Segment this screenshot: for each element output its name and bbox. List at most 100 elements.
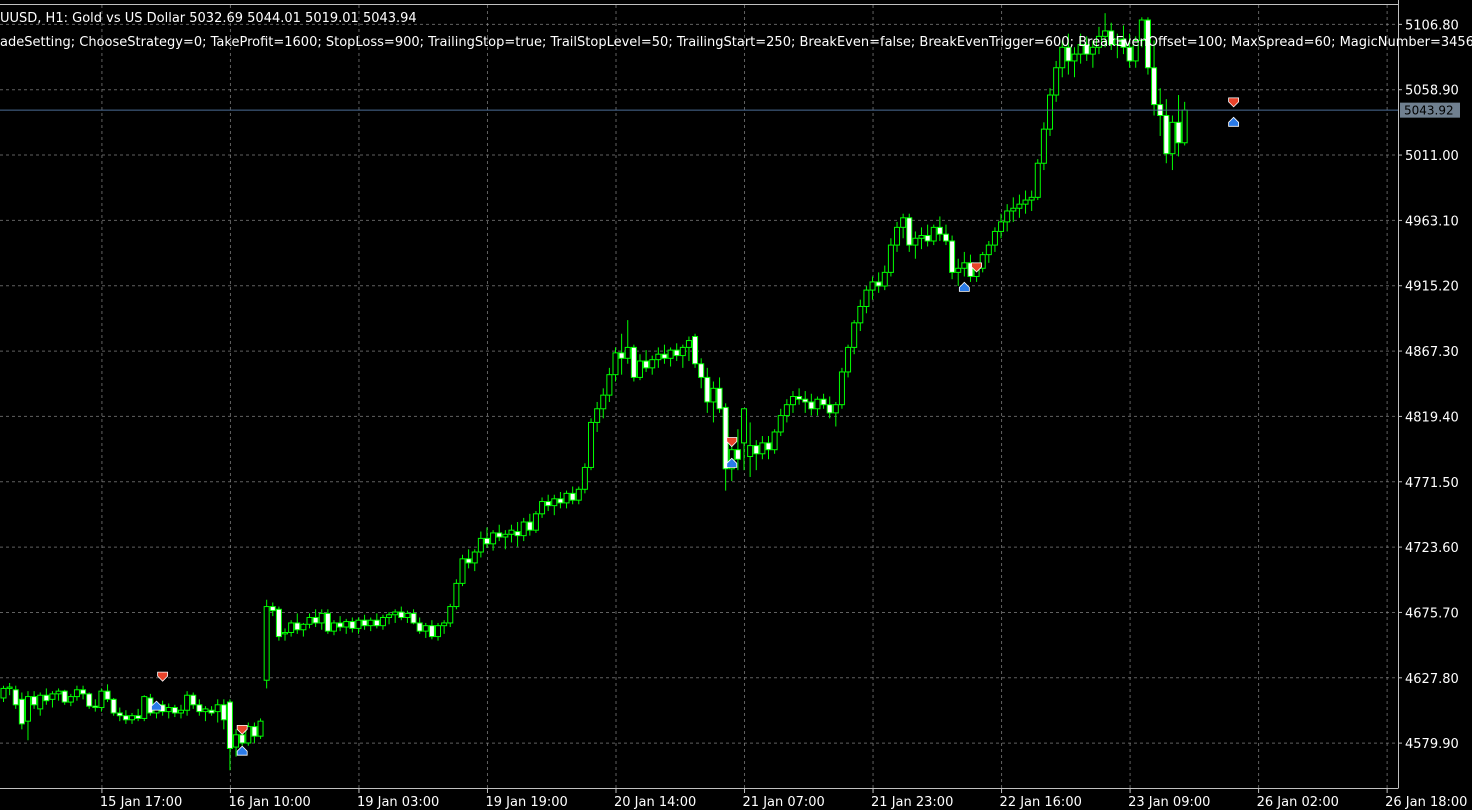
candle-bear [465, 558, 472, 564]
candle-bull [612, 352, 619, 376]
candle-bull [202, 708, 209, 713]
candle-bear [1175, 121, 1182, 144]
candle-bear [294, 622, 301, 631]
buy-arrow-icon [1228, 116, 1240, 127]
time-axis[interactable]: 15 Jan 17:00 16 Jan 10:00 19 Jan 03:00 19 J… [100, 788, 1468, 810]
candle-bull [551, 498, 558, 507]
candle-bear [514, 531, 521, 537]
candle-bear [18, 698, 25, 725]
candle-bull [0, 687, 7, 699]
candle-bull [73, 689, 80, 698]
candle-bull [1181, 109, 1188, 144]
candle-bear [226, 701, 233, 749]
y-tick-label: 4819.40 [1405, 410, 1459, 425]
candle-bull [441, 622, 448, 627]
candle-bull [184, 694, 191, 711]
candle-bear [875, 281, 882, 287]
candle-bull [422, 625, 429, 632]
candle-bear [734, 449, 741, 460]
y-tick-label: 4867.30 [1405, 345, 1459, 360]
candle-bull [894, 226, 901, 246]
candle-bull [918, 235, 925, 239]
candle-bull [1040, 128, 1047, 164]
sell-arrow-icon [1228, 97, 1240, 108]
candle-bull [141, 696, 148, 719]
candle-bull [759, 442, 766, 455]
candle-bear [190, 694, 197, 706]
candle-bull [306, 616, 313, 625]
price-chart[interactable]: 5106.80 5058.90 5011.00 4963.10 4915.20 4867.… [0, 0, 1472, 810]
candle-bull [49, 693, 56, 700]
candle-bear [526, 521, 533, 531]
x-tick-label: 23 Jan 09:00 [1128, 795, 1210, 810]
current-price-label: 5043.92 [1404, 104, 1454, 118]
candle-bear [569, 492, 576, 501]
candle-bear [949, 240, 956, 273]
candle-bull [435, 625, 442, 638]
candle-bear [716, 387, 723, 410]
candle-bull [838, 371, 845, 406]
candle-bull [24, 696, 31, 722]
candle-bull [453, 582, 460, 608]
candle-bear [753, 445, 760, 455]
candle-bear [936, 226, 943, 235]
candle-bull [900, 217, 907, 228]
candle-bull [477, 537, 484, 553]
candle-bear [698, 363, 705, 378]
candle-bull [214, 704, 221, 713]
x-tick-label: 21 Jan 23:00 [871, 795, 953, 810]
candle-bull [771, 431, 778, 451]
candle-bear [416, 622, 423, 632]
candle-bear [802, 398, 809, 403]
candle-bull [508, 529, 515, 535]
candle-bull [404, 612, 411, 618]
candle-bull [741, 408, 748, 444]
candle-bear [483, 537, 490, 545]
candle-bull [257, 720, 264, 737]
candle-bull [539, 501, 546, 515]
candle-bear [337, 622, 344, 628]
candle-bull [600, 394, 607, 410]
candle-bull [563, 492, 570, 504]
candle-bull [1053, 67, 1060, 96]
candle-bull [863, 289, 870, 307]
candle-bull [55, 690, 62, 695]
candle-bear [43, 694, 50, 702]
candle-bull [881, 271, 888, 287]
candle-bull [490, 532, 497, 545]
candle-bull [912, 237, 919, 246]
candle-bull [606, 374, 613, 396]
candle-bull [588, 421, 595, 468]
candle-bull [1004, 210, 1011, 223]
candle-bull [783, 404, 790, 417]
price-axis[interactable]: 5106.80 5058.90 5011.00 4963.10 4915.20 4867.… [1398, 18, 1459, 752]
candle-bull [392, 611, 399, 616]
candle-bear [692, 335, 699, 365]
candle-bull [6, 686, 13, 689]
candle-bull [930, 226, 937, 242]
candle-bear [820, 398, 827, 406]
candle-bear [618, 352, 625, 359]
candle-bull [961, 262, 968, 269]
candle-bear [31, 696, 38, 706]
candle-bear [942, 233, 949, 242]
candle-bear [122, 715, 129, 721]
x-tick-label: 22 Jan 16:00 [1000, 795, 1082, 810]
candle-bull [129, 715, 136, 721]
x-tick-label: 19 Jan 03:00 [357, 795, 439, 810]
candle-bull [1071, 53, 1078, 62]
candle-bull [447, 606, 454, 624]
candle-bear [269, 606, 276, 612]
candle-bear [496, 532, 503, 538]
candle-bull [624, 346, 631, 359]
candle-bull [1169, 121, 1176, 155]
candle-bull [165, 707, 172, 713]
y-tick-label: 5106.80 [1405, 18, 1459, 33]
candle-bear [251, 726, 258, 737]
candle-bull [857, 305, 864, 324]
candle-bull [343, 621, 350, 628]
candle-bull [1047, 94, 1054, 130]
symbol-info-line: UUSD, H1: Gold vs US Dollar 5032.69 5044… [0, 11, 417, 26]
x-tick-label: 16 Jan 10:00 [228, 795, 310, 810]
candle-bull [955, 267, 962, 273]
